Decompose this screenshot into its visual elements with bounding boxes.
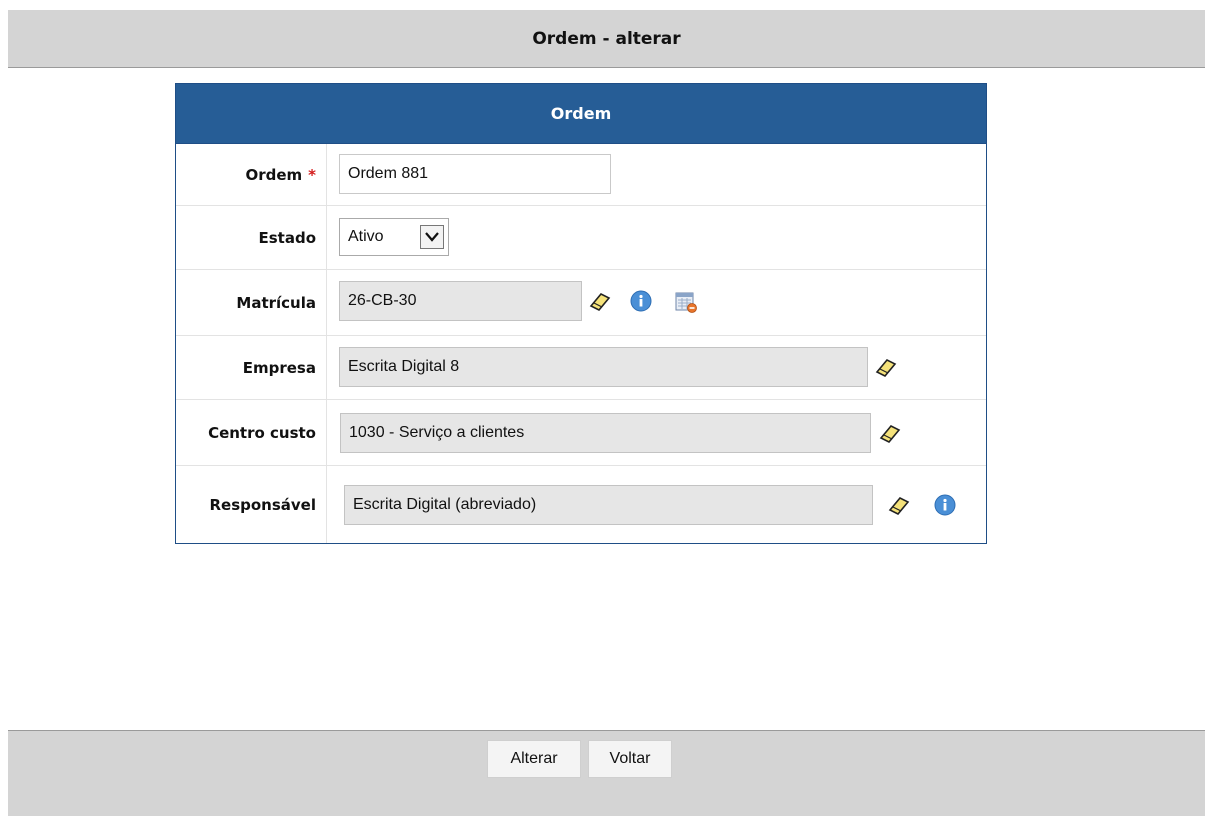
form-header-title: Ordem <box>550 104 612 123</box>
centro-custo-label: Centro custo <box>208 423 316 442</box>
eraser-icon[interactable] <box>875 356 897 378</box>
eraser-icon[interactable] <box>888 494 910 516</box>
responsavel-label: Responsável <box>209 495 316 514</box>
responsavel-field[interactable]: Escrita Digital (abreviado) <box>344 485 873 525</box>
chevron-down-icon[interactable] <box>420 225 444 249</box>
matricula-label: Matrícula <box>236 293 316 312</box>
page-title: Ordem - alterar <box>532 28 681 49</box>
voltar-button[interactable]: Voltar <box>588 740 672 778</box>
estado-selected-value: Ativo <box>348 228 384 245</box>
required-marker: * <box>308 165 316 184</box>
ordem-input[interactable]: Ordem 881 <box>339 154 611 194</box>
empresa-field[interactable]: Escrita Digital 8 <box>339 347 868 387</box>
eraser-icon[interactable] <box>589 290 611 312</box>
row-matricula: Matrícula 26-CB-30 <box>176 270 986 336</box>
row-empresa: Empresa Escrita Digital 8 <box>176 336 986 400</box>
row-centro-custo: Centro custo 1030 - Serviço a clientes <box>176 400 986 466</box>
estado-label-cell: Estado <box>176 206 327 269</box>
matricula-field[interactable]: 26-CB-30 <box>339 281 582 321</box>
info-icon[interactable] <box>630 290 652 312</box>
row-responsavel: Responsável Escrita Digital (abreviado) <box>176 466 986 543</box>
estado-label: Estado <box>258 228 316 247</box>
row-estado: Estado Ativo <box>176 206 986 270</box>
title-bar: Ordem - alterar <box>8 10 1205 68</box>
form-panel: Ordem Ordem * Ordem 881 Estado Ativo Mat… <box>175 83 987 544</box>
estado-select[interactable]: Ativo <box>339 218 449 256</box>
responsavel-label-cell: Responsável <box>176 466 327 543</box>
info-icon[interactable] <box>934 494 956 516</box>
empresa-label: Empresa <box>242 358 316 377</box>
row-ordem: Ordem * Ordem 881 <box>176 144 986 206</box>
empresa-label-cell: Empresa <box>176 336 327 399</box>
matricula-label-cell: Matrícula <box>176 270 327 335</box>
eraser-icon[interactable] <box>879 422 901 444</box>
page: Ordem - alterar Ordem Ordem * Ordem 881 … <box>0 0 1205 816</box>
ordem-label: Ordem <box>245 165 303 184</box>
centro-custo-field[interactable]: 1030 - Serviço a clientes <box>340 413 871 453</box>
calendar-list-icon[interactable] <box>674 290 697 313</box>
alterar-button[interactable]: Alterar <box>487 740 581 778</box>
centro-custo-label-cell: Centro custo <box>176 400 327 465</box>
form-header: Ordem <box>176 84 986 144</box>
ordem-label-cell: Ordem * <box>176 144 327 205</box>
